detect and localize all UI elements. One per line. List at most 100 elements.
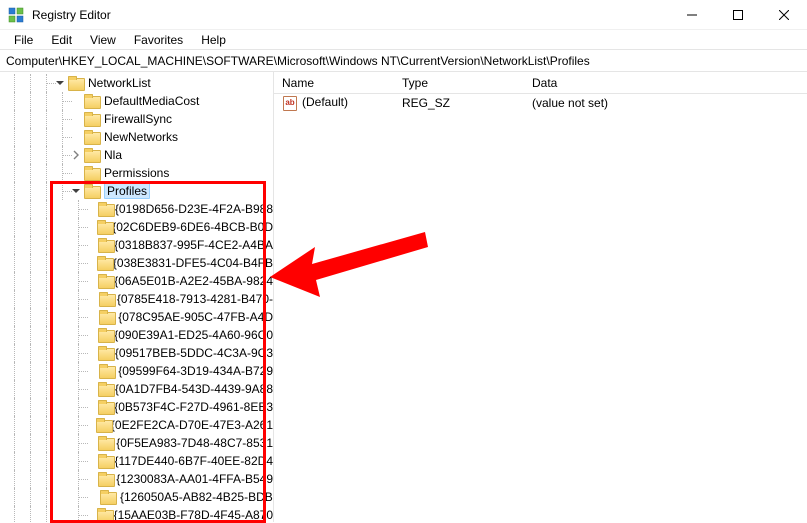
tree-item-label: {02C6DEB9-6DE6-4BCB-B0D (112, 220, 273, 234)
string-value-icon: ab (282, 95, 298, 111)
menu-view[interactable]: View (82, 31, 124, 49)
tree-item-profile-guid[interactable]: {0F5EA983-7D48-48C7-8531 (0, 434, 273, 452)
list-row[interactable]: ab (Default) REG_SZ (value not set) (274, 94, 807, 112)
tree-item-label: {090E39A1-ED25-4A60-96C0 (114, 328, 273, 342)
maximize-button[interactable] (715, 0, 761, 30)
menu-help[interactable]: Help (193, 31, 234, 49)
menu-file[interactable]: File (6, 31, 41, 49)
expander-icon[interactable] (70, 185, 82, 197)
app-icon (8, 7, 24, 23)
value-name: (Default) (302, 95, 348, 109)
list-rows: ab (Default) REG_SZ (value not set) (274, 94, 807, 112)
tree-item-label: {0B573F4C-F27D-4961-8EB3 (114, 400, 273, 414)
folder-icon (99, 292, 113, 306)
folder-icon (97, 220, 109, 234)
tree-item-label: {0F5EA983-7D48-48C7-8531 (116, 436, 273, 450)
folder-icon (98, 328, 111, 342)
tree-item-profile-guid[interactable]: {078C95AE-905C-47FB-A4D (0, 308, 273, 326)
tree-item-profile-guid[interactable]: {06A5E01B-A2E2-45BA-9824 (0, 272, 273, 290)
tree-item-permissions[interactable]: Permissions (0, 164, 273, 182)
tree-item-profile-guid[interactable]: {15AAE03B-F78D-4F45-A870 (0, 506, 273, 522)
window-title: Registry Editor (32, 8, 111, 22)
tree-item-profile-guid[interactable]: {090E39A1-ED25-4A60-96C0 (0, 326, 273, 344)
folder-icon (98, 436, 112, 450)
tree-item-nla[interactable]: Nla (0, 146, 273, 164)
title-bar: Registry Editor (0, 0, 807, 30)
column-name[interactable]: Name (274, 76, 394, 90)
folder-icon (100, 490, 116, 504)
value-data: (value not set) (524, 96, 807, 110)
window-controls (669, 0, 807, 30)
tree-item-label: {0E2FE2CA-D70E-47E3-A261 (111, 418, 273, 432)
tree-item-label: {09517BEB-5DDC-4C3A-9C3 (115, 346, 273, 360)
folder-icon (84, 148, 100, 162)
tree-item-label: {0785E418-7913-4281-B470- (117, 292, 273, 306)
list-pane[interactable]: Name Type Data ab (Default) REG_SZ (value… (274, 72, 807, 522)
folder-icon (84, 112, 100, 126)
expander-icon[interactable] (54, 77, 66, 89)
tree-item-label: {15AAE03B-F78D-4F45-A870 (114, 508, 273, 522)
expander-icon[interactable] (70, 149, 82, 161)
tree-item-profile-guid[interactable]: {1230083A-AA01-4FFA-B549 (0, 470, 273, 488)
tree-item-profile-guid[interactable]: {0B573F4C-F27D-4961-8EB3 (0, 398, 273, 416)
folder-icon (84, 130, 100, 144)
tree-item-profile-guid[interactable]: {0318B837-995F-4CE2-A4BA (0, 236, 273, 254)
folder-icon (98, 346, 111, 360)
tree-item-profile-guid[interactable]: {09517BEB-5DDC-4C3A-9C3 (0, 344, 273, 362)
folder-icon (99, 364, 114, 378)
column-type[interactable]: Type (394, 76, 524, 90)
tree-item-profile-guid[interactable]: {126050A5-AB82-4B25-BDB (0, 488, 273, 506)
folder-icon (98, 382, 111, 396)
tree-item-label: Nla (104, 148, 122, 162)
tree-item-label: {0318B837-995F-4CE2-A4BA (114, 238, 273, 252)
folder-icon (84, 166, 100, 180)
tree-item-label: {1230083A-AA01-4FFA-B549 (116, 472, 273, 486)
tree-item-label: {117DE440-6B7F-40EE-82D4 (114, 454, 273, 468)
menu-bar: File Edit View Favorites Help (0, 30, 807, 50)
tree-item-label: {0198D656-D23E-4F2A-B988 (115, 202, 273, 216)
tree-item-defaultmediacost[interactable]: DefaultMediaCost (0, 92, 273, 110)
close-button[interactable] (761, 0, 807, 30)
minimize-button[interactable] (669, 0, 715, 30)
tree-item-label: {0A1D7FB4-543D-4439-9A88 (115, 382, 273, 396)
address-path: Computer\HKEY_LOCAL_MACHINE\SOFTWARE\Mic… (6, 54, 590, 68)
tree-item-label: {038E3831-DFE5-4C04-B4FB (113, 256, 273, 270)
tree-item-profile-guid[interactable]: {09599F64-3D19-434A-B729 (0, 362, 273, 380)
folder-icon (98, 454, 111, 468)
tree-item-profile-guid[interactable]: {0E2FE2CA-D70E-47E3-A261 (0, 416, 273, 434)
tree-item-newnetworks[interactable]: NewNetworks (0, 128, 273, 146)
folder-icon (97, 256, 109, 270)
tree-item-profile-guid[interactable]: {02C6DEB9-6DE6-4BCB-B0D (0, 218, 273, 236)
tree-item-profiles[interactable]: Profiles (0, 182, 273, 200)
folder-icon (98, 238, 111, 252)
tree-item-label: {078C95AE-905C-47FB-A4D (118, 310, 273, 324)
tree-pane[interactable]: NetworkList DefaultMediaCost FirewallSync N… (0, 72, 274, 522)
tree-item-label: NetworkList (88, 76, 151, 90)
address-bar[interactable]: Computer\HKEY_LOCAL_MACHINE\SOFTWARE\Mic… (0, 50, 807, 72)
menu-edit[interactable]: Edit (43, 31, 80, 49)
tree-item-profile-guid[interactable]: {0785E418-7913-4281-B470- (0, 290, 273, 308)
tree-item-label: DefaultMediaCost (104, 94, 199, 108)
column-data[interactable]: Data (524, 76, 807, 90)
folder-icon (84, 94, 100, 108)
list-header: Name Type Data (274, 72, 807, 94)
folder-icon (97, 508, 109, 522)
folder-icon (68, 76, 84, 90)
tree-item-profile-guid[interactable]: {038E3831-DFE5-4C04-B4FB (0, 254, 273, 272)
folder-icon (98, 274, 111, 288)
tree-item-label: {126050A5-AB82-4B25-BDB (120, 490, 273, 504)
tree-item-profile-guid[interactable]: {117DE440-6B7F-40EE-82D4 (0, 452, 273, 470)
tree-item-profile-guid[interactable]: {0A1D7FB4-543D-4439-9A88 (0, 380, 273, 398)
tree-item-label: {06A5E01B-A2E2-45BA-9824 (114, 274, 273, 288)
folder-icon (99, 310, 114, 324)
folder-icon (98, 400, 111, 414)
menu-favorites[interactable]: Favorites (126, 31, 191, 49)
value-type: REG_SZ (394, 96, 524, 110)
tree-item-profile-guid[interactable]: {0198D656-D23E-4F2A-B988 (0, 200, 273, 218)
folder-icon (98, 472, 112, 486)
tree-item-label: {09599F64-3D19-434A-B729 (118, 364, 273, 378)
tree-item-label: NewNetworks (104, 130, 178, 144)
tree-item-firewallsync[interactable]: FirewallSync (0, 110, 273, 128)
folder-icon (84, 184, 100, 198)
tree-item-networklist[interactable]: NetworkList (0, 74, 273, 92)
